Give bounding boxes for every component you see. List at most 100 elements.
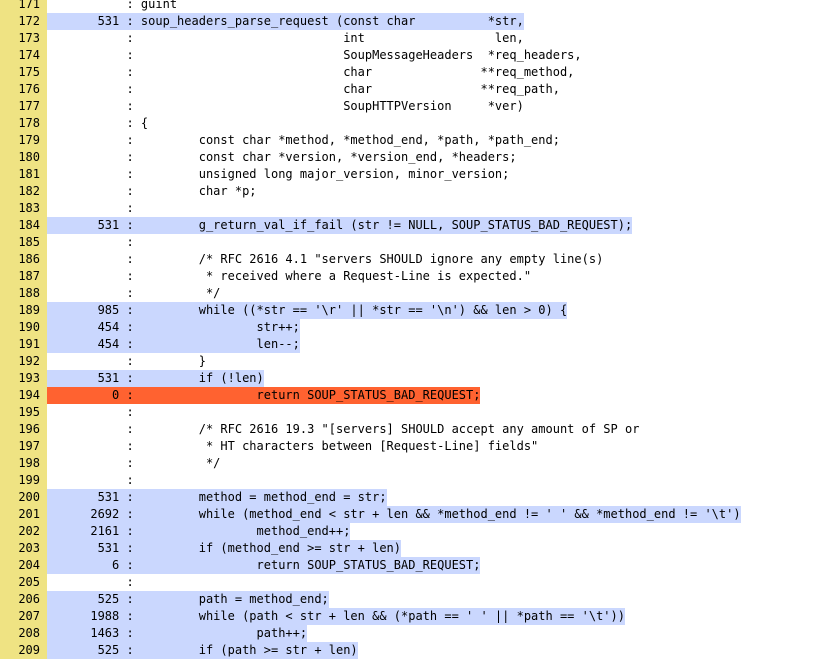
source-line: 206 525 : path = method_end; bbox=[0, 591, 823, 608]
execution-count: 985 : bbox=[47, 302, 141, 319]
source-code: * received where a Request-Line is expec… bbox=[140, 269, 532, 283]
execution-count: : bbox=[47, 82, 141, 96]
source-code: */ bbox=[140, 286, 221, 300]
source-line: 193 531 : if (!len) bbox=[0, 370, 823, 387]
source-code: } bbox=[140, 354, 206, 368]
source-code: int len, bbox=[140, 31, 524, 45]
line-number: 179 bbox=[0, 132, 47, 149]
source-code: char **req_method, bbox=[140, 65, 575, 79]
line-number: 174 bbox=[0, 47, 47, 64]
source-line: 185 : bbox=[0, 234, 823, 251]
source-code: * HT characters between [Request-Line] f… bbox=[140, 439, 539, 453]
source-line: 187 : * received where a Request-Line is… bbox=[0, 268, 823, 285]
source-code: while (method_end < str + len && *method… bbox=[140, 506, 741, 523]
line-number: 172 bbox=[0, 13, 47, 30]
execution-count: : bbox=[47, 65, 141, 79]
source-line: 201 2692 : while (method_end < str + len… bbox=[0, 506, 823, 523]
source-line: 175 : char **req_method, bbox=[0, 64, 823, 81]
source-line: 192 : } bbox=[0, 353, 823, 370]
source-line: 188 : */ bbox=[0, 285, 823, 302]
source-code: char *p; bbox=[140, 184, 257, 198]
line-number: 205 bbox=[0, 574, 47, 591]
line-number: 183 bbox=[0, 200, 47, 217]
source-line: 205 : bbox=[0, 574, 823, 591]
execution-count: : bbox=[47, 48, 141, 62]
source-line: 177 : SoupHTTPVersion *ver) bbox=[0, 98, 823, 115]
source-code: g_return_val_if_fail (str != NULL, SOUP_… bbox=[140, 217, 633, 234]
source-code: str++; bbox=[140, 319, 300, 336]
source-line: 182 : char *p; bbox=[0, 183, 823, 200]
source-line: 208 1463 : path++; bbox=[0, 625, 823, 642]
execution-count: : bbox=[47, 269, 141, 283]
source-code: if (method_end >= str + len) bbox=[140, 540, 402, 557]
source-line: 199 : bbox=[0, 472, 823, 489]
line-number: 187 bbox=[0, 268, 47, 285]
source-code: SoupHTTPVersion *ver) bbox=[140, 99, 524, 113]
source-code: /* RFC 2616 4.1 "servers SHOULD ignore a… bbox=[140, 252, 604, 266]
source-code: */ bbox=[140, 456, 221, 470]
source-line: 189 985 : while ((*str == '\r' || *str =… bbox=[0, 302, 823, 319]
source-code: { bbox=[140, 116, 149, 130]
execution-count: : bbox=[47, 167, 141, 181]
line-number: 178 bbox=[0, 115, 47, 132]
execution-count: : bbox=[47, 354, 141, 368]
execution-count: : bbox=[47, 575, 141, 589]
source-code: path = method_end; bbox=[140, 591, 329, 608]
source-code: const char *method, *method_end, *path, … bbox=[140, 133, 560, 147]
execution-count: 2161 : bbox=[47, 523, 141, 540]
source-line: 172 531 : soup_headers_parse_request (co… bbox=[0, 13, 823, 30]
source-code: if (!len) bbox=[140, 370, 264, 387]
source-line: 183 : bbox=[0, 200, 823, 217]
source-line: 179 : const char *method, *method_end, *… bbox=[0, 132, 823, 149]
source-code: SoupMessageHeaders *req_headers, bbox=[140, 48, 582, 62]
execution-count: 454 : bbox=[47, 319, 141, 336]
execution-count: : bbox=[47, 116, 141, 130]
source-line: 174 : SoupMessageHeaders *req_headers, bbox=[0, 47, 823, 64]
execution-count: : bbox=[47, 150, 141, 164]
source-code: return SOUP_STATUS_BAD_REQUEST; bbox=[140, 557, 481, 574]
execution-count: 531 : bbox=[47, 540, 141, 557]
source-line: 184 531 : g_return_val_if_fail (str != N… bbox=[0, 217, 823, 234]
source-line: 195 : bbox=[0, 404, 823, 421]
source-line: 203 531 : if (method_end >= str + len) bbox=[0, 540, 823, 557]
line-number: 204 bbox=[0, 557, 47, 574]
line-number: 207 bbox=[0, 608, 47, 625]
source-code: return SOUP_STATUS_BAD_REQUEST; bbox=[140, 387, 481, 404]
execution-count: : bbox=[47, 439, 141, 453]
source-code: char **req_path, bbox=[140, 82, 560, 96]
execution-count: 525 : bbox=[47, 591, 141, 608]
execution-count: 454 : bbox=[47, 336, 141, 353]
execution-count: : bbox=[47, 0, 141, 11]
line-number: 209 bbox=[0, 642, 47, 659]
line-number: 195 bbox=[0, 404, 47, 421]
source-code: method_end++; bbox=[140, 523, 351, 540]
source-line: 173 : int len, bbox=[0, 30, 823, 47]
line-number: 194 bbox=[0, 387, 47, 404]
line-number: 189 bbox=[0, 302, 47, 319]
execution-count: 531 : bbox=[47, 370, 141, 387]
line-number: 188 bbox=[0, 285, 47, 302]
source-line: 190 454 : str++; bbox=[0, 319, 823, 336]
source-line: 194 0 : return SOUP_STATUS_BAD_REQUEST; bbox=[0, 387, 823, 404]
source-line: 181 : unsigned long major_version, minor… bbox=[0, 166, 823, 183]
execution-count: : bbox=[47, 235, 141, 249]
line-number: 191 bbox=[0, 336, 47, 353]
line-number: 185 bbox=[0, 234, 47, 251]
line-number: 192 bbox=[0, 353, 47, 370]
line-number: 173 bbox=[0, 30, 47, 47]
source-code: path++; bbox=[140, 625, 308, 642]
source-line: 204 6 : return SOUP_STATUS_BAD_REQUEST; bbox=[0, 557, 823, 574]
line-number: 200 bbox=[0, 489, 47, 506]
line-number: 186 bbox=[0, 251, 47, 268]
execution-count: : bbox=[47, 405, 141, 419]
execution-count: : bbox=[47, 456, 141, 470]
coverage-source-listing: 171 : guint 172 531 : soup_headers_parse_… bbox=[0, 0, 823, 659]
line-number: 199 bbox=[0, 472, 47, 489]
execution-count: 6 : bbox=[47, 557, 141, 574]
line-number: 206 bbox=[0, 591, 47, 608]
source-code: while (path < str + len && (*path == ' '… bbox=[140, 608, 625, 625]
execution-count: 0 : bbox=[47, 387, 141, 404]
line-number: 208 bbox=[0, 625, 47, 642]
source-line: 196 : /* RFC 2616 19.3 "[servers] SHOULD… bbox=[0, 421, 823, 438]
source-code: /* RFC 2616 19.3 "[servers] SHOULD accep… bbox=[140, 422, 640, 436]
